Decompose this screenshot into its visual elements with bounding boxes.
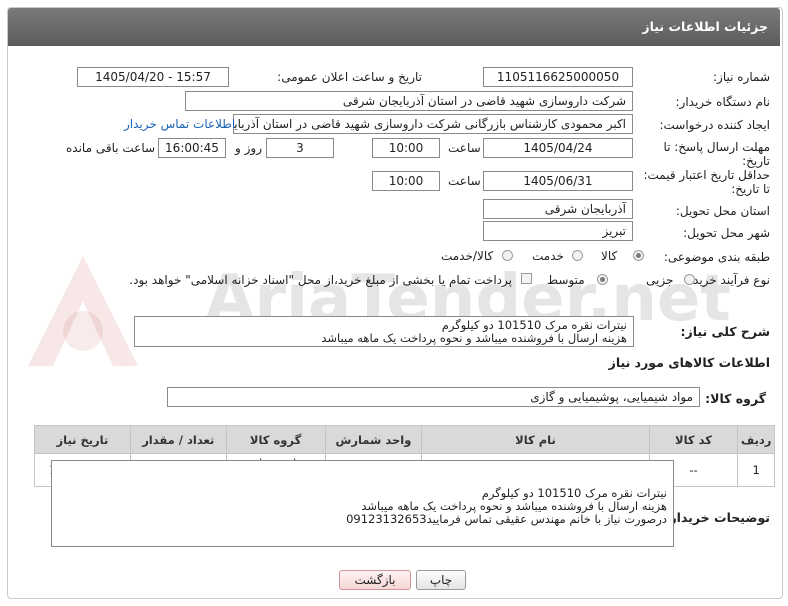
price-date-field: 1405/06/31 [483,171,633,191]
price-validity-label: حداقل تاریخ اعتبار قیمت: تا تاریخ: [643,168,770,196]
general-desc-label: شرح کلی نیاز: [680,324,770,339]
category-label: طبقه بندی موضوعی: [663,250,770,264]
col-quantity: تعداد / مقدار [129,425,227,454]
items-table-header: ردیف کد کالا نام کالا واحد شمارش گروه کا… [34,425,775,454]
category-goods-radio[interactable] [633,250,644,261]
city-label: شهر محل تحویل: [683,226,770,240]
category-service-label: خدمت [532,249,564,263]
category-service-radio[interactable] [572,250,583,261]
general-desc-textarea[interactable]: نیترات نقره مرک 101510 دو کیلوگرم هزینه … [134,316,634,347]
panel-header: جزئیات اطلاعات نیاز [8,8,780,46]
col-group: گروه کالا [225,425,326,454]
page-title: جزئیات اطلاعات نیاز [642,19,768,34]
buyer-notes-label: توضیحات خریدار: [664,510,770,525]
process-minor-label: جزیی [646,273,674,287]
process-minor-radio[interactable] [684,274,695,285]
remaining-time-label: ساعت باقی مانده [66,141,156,155]
price-time-label: ساعت [448,174,481,188]
category-goods-service-radio[interactable] [502,250,513,261]
province-label: استان محل تحویل: [675,204,770,218]
goods-section-title: اطلاعات کالاهای مورد نیاز [608,355,770,370]
treasury-payment-checkbox[interactable] [521,273,532,284]
col-unit: واحد شمارش [324,425,423,454]
goods-group-label: گروه کالا: [705,391,766,406]
deadline-time-label: ساعت [448,141,481,155]
price-time-field: 10:00 [372,171,440,191]
creator-label: ایجاد کننده درخواست: [659,118,770,132]
days-label: روز و [235,141,262,155]
category-goods-label: کالا [601,249,618,263]
deadline-label: مهلت ارسال پاسخ: تا تاریخ: [663,140,770,168]
print-button[interactable]: چاپ [416,570,466,590]
creator-field: اکبر محمودی کارشناس بازرگانی شرکت داروسا… [233,114,633,134]
col-code: کد کالا [648,425,739,454]
contact-buyer-link[interactable]: اطلاعات تماس خریدار [124,117,235,131]
cell-row: 1 [737,453,775,487]
deadline-time-field: 10:00 [372,138,440,158]
treasury-payment-label: پرداخت تمام یا بخشی از مبلغ خرید،از محل … [129,273,512,287]
deadline-date-field: 1405/04/24 [483,138,633,158]
process-label: نوع فرآیند خرید : [685,273,770,287]
col-date: تاریخ نیاز [34,425,131,454]
category-goods-service-label: کالا/خدمت [441,249,494,263]
col-name: نام کالا [421,425,650,454]
process-medium-radio[interactable] [597,274,608,285]
col-row: ردیف [737,425,775,454]
city-field: تبریز [483,221,633,241]
remaining-time-field: 16:00:45 [158,138,226,158]
buyer-org-field: شرکت داروسازی شهید قاضی در استان آذربایج… [185,91,633,111]
days-field: 3 [266,138,334,158]
goods-group-field: مواد شیمیایی، پوشیمیایی و گازی [167,387,700,407]
announce-label: تاریخ و ساعت اعلان عمومی: [277,70,422,84]
announce-field: 1405/04/20 - 15:57 [77,67,229,87]
buyer-notes-textarea[interactable]: نیترات نقره مرک 101510 دو کیلوگرم هزینه … [51,460,674,547]
buyer-org-label: نام دستگاه خریدار: [675,95,771,109]
need-number-field: 1105116625000050 [483,67,633,87]
need-number-label: شماره نیاز: [713,70,770,84]
process-medium-label: متوسط [547,273,585,287]
watermark-logo-icon [28,256,138,366]
province-field: آذربایجان شرقی [483,199,633,219]
back-button[interactable]: بازگشت [339,570,411,590]
